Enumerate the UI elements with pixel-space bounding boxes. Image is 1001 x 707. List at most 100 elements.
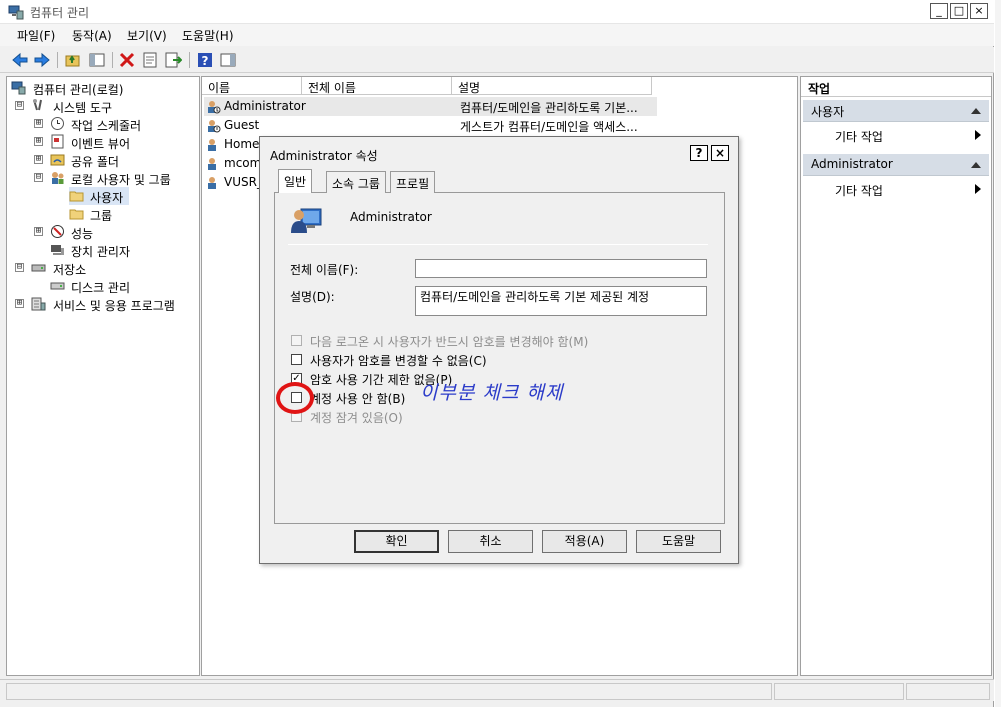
export-list-icon[interactable] <box>164 51 182 69</box>
computer-management-icon <box>11 81 26 95</box>
annotation-text: 이부분 체크 해제 <box>420 382 564 404</box>
apply-button[interactable]: 적용(A) <box>542 530 627 553</box>
disk-icon <box>50 282 65 290</box>
computer-management-icon <box>8 5 24 20</box>
description-input[interactable]: 컴퓨터/도메인을 관리하도록 기본 제공된 계정 <box>415 286 707 316</box>
toolbar-separator <box>112 52 113 68</box>
expand-icon[interactable]: ⊞ <box>34 155 43 164</box>
cell-name: mcom <box>224 156 262 170</box>
checkbox-label: 사용자가 암호를 변경할 수 없음(C) <box>310 354 487 368</box>
table-row[interactable]: HomeG <box>204 135 269 154</box>
actions-section-users[interactable]: 사용자 <box>803 100 989 122</box>
dialog-close-button[interactable]: × <box>711 145 729 161</box>
user-icon <box>208 177 216 189</box>
tree-item-label: 컴퓨터 관리(로컬) <box>33 83 124 97</box>
actions-header: 작업 <box>801 77 991 97</box>
services-icon <box>31 297 46 311</box>
action-label: 기타 작업 <box>835 184 883 198</box>
dialog-help-button[interactable]: ? <box>690 145 708 161</box>
tree-item-label: 공유 폴더 <box>71 155 119 169</box>
action-more-actions[interactable]: 기타 작업 <box>835 128 985 145</box>
forward-arrow-icon[interactable] <box>33 51 51 69</box>
checkbox-cannot-change-password[interactable] <box>291 354 302 365</box>
tree-item-label: 저장소 <box>53 263 87 277</box>
help-icon[interactable]: ? <box>196 51 214 69</box>
performance-icon <box>51 225 64 238</box>
clock-icon <box>51 117 64 130</box>
back-arrow-icon[interactable] <box>11 51 29 69</box>
submenu-arrow-icon <box>975 184 981 194</box>
close-button[interactable]: × <box>970 3 988 19</box>
expand-icon[interactable]: ⊞ <box>34 119 43 128</box>
table-row[interactable]: Guest 게스트가 컴퓨터/도메인을 액세스... <box>204 116 657 135</box>
title-bar: 컴퓨터 관리 _ □ × <box>0 0 994 24</box>
tree-item-label: 서비스 및 응용 프로그램 <box>53 299 175 313</box>
description-label: 설명(D): <box>290 290 335 304</box>
collapse-icon[interactable]: ⊟ <box>34 173 43 182</box>
menu-help[interactable]: 도움말(H) <box>182 27 234 44</box>
expand-icon[interactable]: ⊞ <box>34 137 43 146</box>
actions-pane: 작업 사용자 기타 작업 Administrator 기타 작업 <box>800 76 992 676</box>
checkbox-label: 계정 잠겨 있음(O) <box>310 411 403 425</box>
user-icon <box>208 101 221 114</box>
collapse-arrow-icon[interactable] <box>971 107 981 115</box>
checkbox-label: 계정 사용 안 함(B) <box>310 392 406 406</box>
delete-icon[interactable] <box>118 51 136 69</box>
tree-item-users[interactable]: 사용자 <box>69 187 129 205</box>
actions-section-administrator[interactable]: Administrator <box>803 154 989 176</box>
collapse-icon[interactable]: ⊟ <box>15 263 24 272</box>
menu-file[interactable]: 파일(F) <box>17 27 55 44</box>
tab-profile[interactable]: 프로필 <box>390 171 436 193</box>
cell-description: 게스트가 컴퓨터/도메인을 액세스... <box>460 120 638 134</box>
menu-bar: 파일(F) 동작(A) 보기(V) 도움말(H) <box>0 24 994 46</box>
expand-icon[interactable]: ⊞ <box>34 227 43 236</box>
properties-icon[interactable] <box>141 51 159 69</box>
tree-item-label: 디스크 관리 <box>71 281 131 295</box>
collapse-arrow-icon[interactable] <box>971 161 981 169</box>
shared-folder-icon <box>50 154 65 166</box>
toolbar-separator <box>189 52 190 68</box>
menu-view[interactable]: 보기(V) <box>127 27 167 44</box>
tree-item-label: 장치 관리자 <box>71 245 131 259</box>
cancel-button[interactable]: 취소 <box>448 530 533 553</box>
column-header-description[interactable]: 설명 <box>452 77 652 95</box>
tree-item-label: 시스템 도구 <box>53 101 113 115</box>
table-row[interactable]: mcom <box>204 154 264 173</box>
dialog-help-text-button[interactable]: 도움말 <box>636 530 721 553</box>
user-icon <box>208 158 216 170</box>
cell-description: 컴퓨터/도메인을 관리하도록 기본... <box>460 101 638 115</box>
desktop-edge <box>995 0 1001 707</box>
section-title: 사용자 <box>811 105 845 119</box>
table-row[interactable]: VUSR_N <box>204 173 272 192</box>
cell-name: Guest <box>224 118 260 132</box>
action-pane-icon[interactable] <box>219 51 237 69</box>
full-name-input[interactable] <box>415 259 707 278</box>
console-tree: 컴퓨터 관리(로컬) ⊟ 시스템 도구 ⊞ 작업 스케줄러 ⊞ 이벤트 뷰어 ⊞… <box>6 76 200 676</box>
actions-title: 작업 <box>808 82 831 96</box>
column-header-full-name[interactable]: 전체 이름 <box>302 77 452 95</box>
tab-member-of[interactable]: 소속 그룹 <box>326 171 386 193</box>
maximize-button[interactable]: □ <box>950 3 968 19</box>
collapse-icon[interactable]: ⊟ <box>15 101 24 110</box>
toolbar: ? <box>0 47 994 73</box>
tools-icon <box>33 99 42 111</box>
minimize-button[interactable]: _ <box>930 3 948 19</box>
folder-icon <box>69 191 84 202</box>
tree-item-label: 그룹 <box>90 209 113 223</box>
ok-button[interactable]: 확인 <box>354 530 439 553</box>
column-header-name[interactable]: 이름 <box>202 77 302 95</box>
administrator-properties-dialog: Administrator 속성 ? × 일반 소속 그룹 프로필 Admini… <box>259 136 739 564</box>
folder-icon <box>69 209 84 220</box>
table-row[interactable]: Administrator 컴퓨터/도메인을 관리하도록 기본... <box>204 97 657 116</box>
user-icon <box>208 139 216 151</box>
expand-icon[interactable]: ⊞ <box>15 299 24 308</box>
device-manager-icon <box>51 245 64 255</box>
tab-general[interactable]: 일반 <box>278 169 313 193</box>
show-hide-tree-icon[interactable] <box>88 51 106 69</box>
action-more-actions[interactable]: 기타 작업 <box>835 182 985 199</box>
menu-action[interactable]: 동작(A) <box>72 27 112 44</box>
event-viewer-icon <box>51 134 64 149</box>
up-folder-icon[interactable] <box>64 51 82 69</box>
checkbox-must-change-password[interactable] <box>291 335 302 346</box>
cell-name: Administrator <box>224 99 306 113</box>
